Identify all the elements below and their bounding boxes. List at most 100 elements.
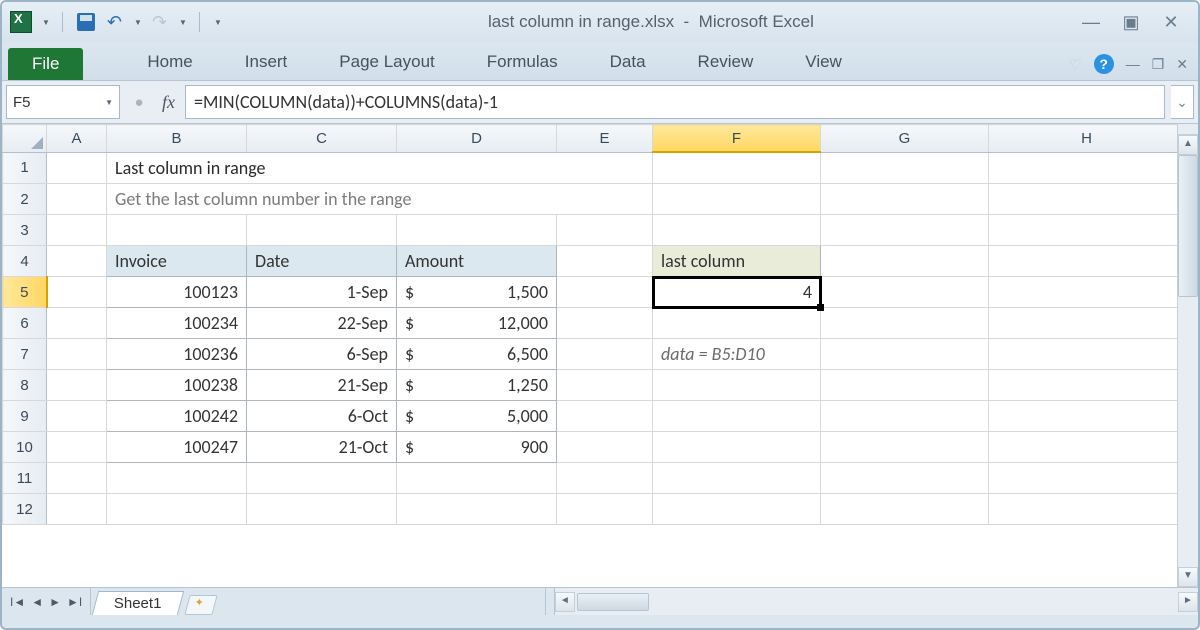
customize-qat-icon[interactable]: ▼	[214, 18, 222, 27]
workbook-close-icon[interactable]: ✕	[1176, 56, 1188, 73]
cell[interactable]	[821, 339, 989, 370]
expand-formula-bar-icon[interactable]: ⌄	[1171, 85, 1194, 119]
formula-input[interactable]: =MIN(COLUMN(data))+COLUMNS(data)-1	[185, 85, 1165, 119]
cell[interactable]	[989, 494, 1178, 525]
ribbon-tab-page-layout[interactable]: Page Layout	[313, 46, 460, 80]
cell-f5-active[interactable]: 4	[653, 277, 821, 308]
spreadsheet-grid[interactable]: A B C D E F G H 1 Last column in range	[2, 124, 1177, 525]
cell-b8[interactable]: 100238	[107, 370, 247, 401]
cell-f7-note[interactable]: data = B5:D10	[653, 339, 821, 370]
cell[interactable]	[47, 308, 107, 339]
maximize-button[interactable]: ▣	[1120, 12, 1142, 33]
cell-c10[interactable]: 21-Oct	[247, 432, 397, 463]
cell[interactable]	[821, 152, 989, 184]
cell[interactable]	[247, 215, 397, 246]
row-header-12[interactable]: 12	[3, 494, 47, 525]
cell[interactable]	[47, 184, 107, 215]
cell[interactable]	[47, 246, 107, 277]
cell[interactable]	[557, 215, 653, 246]
col-header-g[interactable]: G	[821, 125, 989, 153]
col-header-c[interactable]: C	[247, 125, 397, 153]
ribbon-tab-review[interactable]: Review	[672, 46, 780, 80]
ribbon-tab-home[interactable]: Home	[121, 46, 218, 80]
save-button[interactable]	[75, 11, 97, 33]
cell[interactable]	[821, 494, 989, 525]
cell-c8[interactable]: 21-Sep	[247, 370, 397, 401]
cell[interactable]	[989, 432, 1178, 463]
cell[interactable]	[989, 246, 1178, 277]
cell-b6[interactable]: 100234	[107, 308, 247, 339]
select-all-corner[interactable]	[3, 125, 47, 153]
cell[interactable]	[821, 184, 989, 215]
cell[interactable]	[47, 152, 107, 184]
cell[interactable]	[821, 277, 989, 308]
scroll-down-button[interactable]: ▼	[1178, 567, 1198, 587]
cell-c6[interactable]: 22-Sep	[247, 308, 397, 339]
sheet-tab-sheet1[interactable]: Sheet1	[92, 591, 184, 615]
horizontal-scrollbar[interactable]: ◄ ►	[555, 588, 1198, 615]
scroll-right-button[interactable]: ►	[1178, 592, 1198, 612]
ribbon-tab-view[interactable]: View	[779, 46, 868, 80]
cell[interactable]	[47, 215, 107, 246]
tab-split-handle[interactable]	[545, 588, 555, 615]
cell[interactable]	[821, 401, 989, 432]
cell-b10[interactable]: 100247	[107, 432, 247, 463]
cell[interactable]	[653, 184, 821, 215]
prev-sheet-button[interactable]: ◄	[29, 595, 45, 609]
help-icon[interactable]: ?	[1094, 54, 1114, 74]
cell[interactable]	[557, 494, 653, 525]
cell-b7[interactable]: 100236	[107, 339, 247, 370]
cell[interactable]	[247, 494, 397, 525]
cell[interactable]	[821, 246, 989, 277]
col-header-f[interactable]: F	[653, 125, 821, 153]
scroll-up-button[interactable]: ▲	[1178, 135, 1198, 155]
cell[interactable]	[107, 463, 247, 494]
ribbon-heart-icon[interactable]: ♡	[1069, 56, 1082, 73]
cell-header-lastcolumn[interactable]: last column	[653, 246, 821, 277]
cell[interactable]	[397, 215, 557, 246]
cell[interactable]	[989, 463, 1178, 494]
cell[interactable]	[821, 215, 989, 246]
vscroll-thumb[interactable]	[1178, 155, 1198, 297]
cell-c5[interactable]: 1-Sep	[247, 277, 397, 308]
insert-function-button[interactable]: fx	[158, 85, 179, 119]
cell-d9[interactable]: $5,000	[397, 401, 557, 432]
vscroll-track[interactable]	[1178, 297, 1198, 567]
cell-header-amount[interactable]: Amount	[397, 246, 557, 277]
close-button[interactable]: ✕	[1160, 12, 1182, 33]
cell[interactable]	[557, 246, 653, 277]
cell[interactable]	[653, 494, 821, 525]
cell[interactable]	[989, 184, 1178, 215]
cell-d5[interactable]: $1,500	[397, 277, 557, 308]
cell[interactable]	[557, 370, 653, 401]
col-header-a[interactable]: A	[47, 125, 107, 153]
cell[interactable]	[653, 308, 821, 339]
cell-d10[interactable]: $900	[397, 432, 557, 463]
grid-wrapper[interactable]: A B C D E F G H 1 Last column in range	[2, 124, 1177, 587]
cell[interactable]	[107, 494, 247, 525]
row-header-1[interactable]: 1	[3, 152, 47, 184]
row-header-10[interactable]: 10	[3, 432, 47, 463]
vertical-scrollbar[interactable]: ▲ ▼	[1177, 124, 1198, 587]
row-header-4[interactable]: 4	[3, 246, 47, 277]
col-header-e[interactable]: E	[557, 125, 653, 153]
cell[interactable]	[557, 463, 653, 494]
cell[interactable]	[653, 215, 821, 246]
undo-dropdown-icon[interactable]: ▼	[134, 18, 142, 27]
scroll-left-button[interactable]: ◄	[555, 592, 575, 612]
row-header-9[interactable]: 9	[3, 401, 47, 432]
cell[interactable]	[989, 152, 1178, 184]
file-tab[interactable]: File	[8, 48, 83, 80]
row-header-7[interactable]: 7	[3, 339, 47, 370]
cell[interactable]	[653, 432, 821, 463]
last-sheet-button[interactable]: ►I	[65, 595, 84, 609]
cell-b9[interactable]: 100242	[107, 401, 247, 432]
cell-title[interactable]: Last column in range	[107, 152, 653, 184]
cell[interactable]	[47, 339, 107, 370]
app-menu-dropdown-icon[interactable]: ▼	[42, 18, 50, 27]
row-header-8[interactable]: 8	[3, 370, 47, 401]
cell[interactable]	[989, 308, 1178, 339]
cell-header-date[interactable]: Date	[247, 246, 397, 277]
cell[interactable]	[397, 494, 557, 525]
cell-c7[interactable]: 6-Sep	[247, 339, 397, 370]
